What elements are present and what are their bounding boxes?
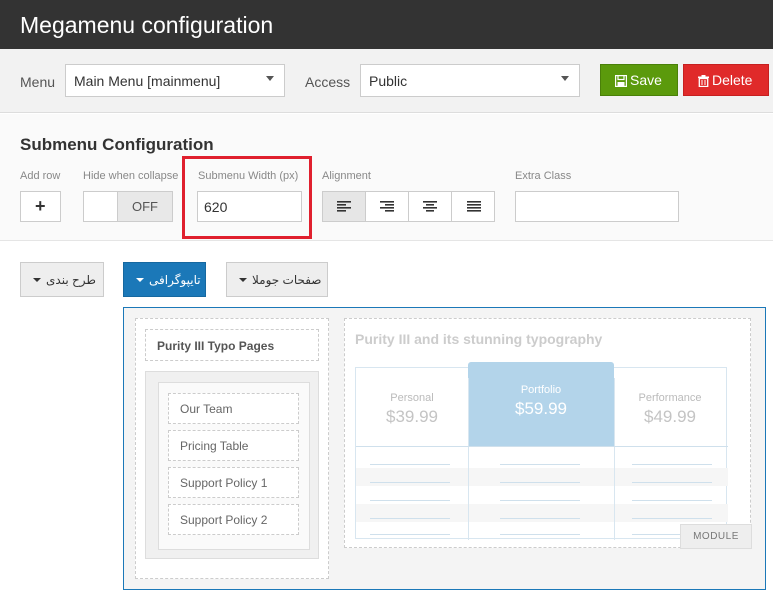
delete-button[interactable]: Delete [683,64,769,96]
highlight-box [182,156,312,239]
module-badge: MODULE [680,524,752,549]
plan-name: Performance [638,392,702,404]
add-row-label: Add row [20,170,61,182]
section-heading: Submenu Configuration [20,135,214,154]
align-center-icon [423,201,437,212]
chevron-down-icon [561,76,569,81]
megamenu-preview[interactable]: Purity III Typo Pages Our Team Pricing T… [123,307,766,590]
menu-select-value: Main Menu [mainmenu] [74,73,221,89]
table-row [356,468,728,486]
column-title[interactable]: Purity III Typo Pages [145,329,319,361]
caret-down-icon [136,278,144,282]
module-title: Purity III and its stunning typography [355,331,603,347]
menu-item-layout[interactable]: طرح بندی [20,262,104,297]
hide-collapse-label: Hide when collapse [83,170,179,182]
pricing-table-preview: Personal $39.99 Portfolio $59.99 Perform… [355,362,728,540]
caret-down-icon [33,278,41,282]
trash-icon [698,75,709,88]
placeholder-line [500,482,580,483]
pricing-column: Performance $49.99 [614,378,726,448]
plan-price: $59.99 [515,399,567,418]
alignment-label: Alignment [322,170,371,182]
access-select-value: Public [369,73,408,89]
delete-label: Delete [712,72,753,88]
pricing-column-featured: Portfolio $59.99 [468,362,614,446]
alignment-button-group [322,191,495,222]
toggle-knob [84,192,118,221]
divider [356,446,728,447]
align-left-icon [337,201,351,212]
list-item[interactable]: Our Team [168,393,299,424]
pricing-column: Personal $39.99 [356,378,468,448]
list-item[interactable]: Support Policy 1 [168,467,299,498]
toggle-state: OFF [118,192,172,221]
placeholder-line [500,534,580,535]
align-justify-icon [466,201,481,212]
placeholder-line [632,518,712,519]
placeholder-line [632,500,712,501]
placeholder-line [632,464,712,465]
list-item[interactable]: Support Policy 2 [168,504,299,535]
placeholder-line [500,500,580,501]
access-select[interactable]: Public [360,64,580,97]
align-center-button[interactable] [409,192,452,221]
placeholder-line [370,482,450,483]
plan-name: Portfolio [520,384,562,396]
placeholder-line [500,464,580,465]
plan-price: $49.99 [644,407,696,426]
save-button[interactable]: Save [600,64,678,96]
menu-item-label: تایپوگرافی [149,273,201,287]
toolbar: Menu Main Menu [mainmenu] Access Public … [0,49,773,113]
app-title: Megamenu configuration [0,0,773,49]
megamenu-column-2[interactable]: Purity III and its stunning typography P… [344,318,752,549]
menu-item-label: طرح بندی [46,273,96,287]
column-list: Our Team Pricing Table Support Policy 1 … [158,382,310,550]
menu-label: Menu [20,74,56,90]
table-row [356,504,728,522]
submenu-configuration-panel: Submenu Configuration Add row + Hide whe… [0,114,773,241]
extra-class-input[interactable] [515,191,679,222]
menu-item-joomla-pages[interactable]: صفحات جوملا [226,262,328,297]
add-row-button[interactable]: + [20,191,61,222]
access-label: Access [305,74,351,90]
placeholder-line [500,518,580,519]
list-item[interactable]: Pricing Table [168,430,299,461]
align-right-button[interactable] [366,192,409,221]
menu-item-typography[interactable]: تایپوگرافی [123,262,206,297]
menu-preview-area: طرح بندی تایپوگرافی صفحات جوملا Purity I… [0,242,773,607]
placeholder-line [632,482,712,483]
placeholder-line [370,518,450,519]
save-label: Save [630,72,662,88]
menu-select[interactable]: Main Menu [mainmenu] [65,64,285,97]
placeholder-line [370,500,450,501]
megamenu-column-1[interactable]: Purity III Typo Pages Our Team Pricing T… [135,318,329,579]
placeholder-line [370,534,450,535]
align-left-button[interactable] [323,192,366,221]
plan-price: $39.99 [386,407,438,426]
align-right-icon [380,201,394,212]
placeholder-line [370,464,450,465]
caret-down-icon [239,278,247,282]
extra-class-label: Extra Class [515,170,572,182]
plus-icon: + [35,196,46,216]
menu-item-label: صفحات جوملا [252,273,322,287]
floppy-disk-icon [614,74,628,88]
plan-name: Personal [390,392,434,404]
column-row: Our Team Pricing Table Support Policy 1 … [145,371,319,559]
chevron-down-icon [266,76,274,81]
column-divider [614,378,615,540]
column-divider [468,378,469,540]
align-justify-button[interactable] [452,192,495,221]
hide-collapse-toggle[interactable]: OFF [83,191,173,222]
